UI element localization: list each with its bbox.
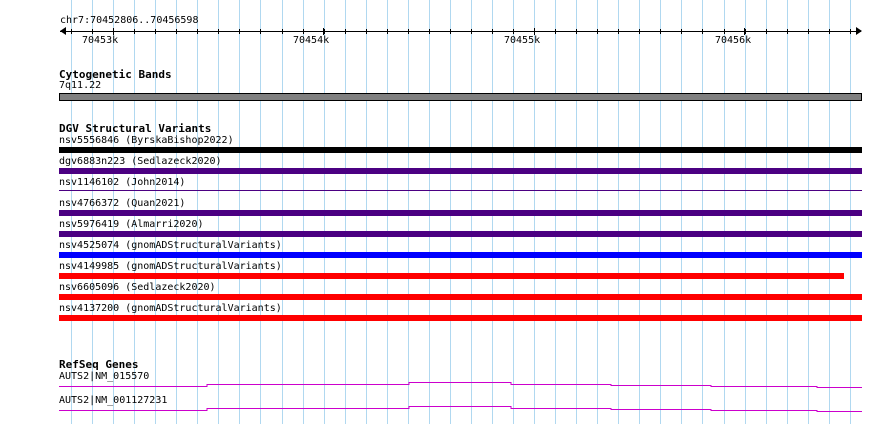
ruler-axis: [60, 31, 861, 32]
variant-label: nsv4149985 (gnomADStructuralVariants): [59, 261, 282, 272]
cytoband-label: 7q11.22: [59, 80, 102, 91]
ruler-minor-tick: [345, 29, 346, 34]
ruler-minor-tick: [702, 29, 703, 34]
ruler-minor-tick: [639, 29, 640, 34]
ruler-minor-tick: [197, 29, 198, 34]
variant-label: nsv1146102 (John2014): [59, 177, 186, 188]
ruler-minor-tick: [555, 29, 556, 34]
ruler-minor-tick: [134, 29, 135, 34]
ruler-minor-tick: [597, 29, 598, 34]
ruler-tick: [744, 28, 745, 35]
ruler-minor-tick: [829, 29, 830, 34]
ruler-minor-tick: [513, 29, 514, 34]
ruler-tick: [534, 28, 535, 35]
ruler-minor-tick: [660, 29, 661, 34]
ruler-right-arrow-icon: [856, 27, 862, 35]
ruler-tick-label: 70453k: [82, 35, 119, 46]
variant-feature-bar[interactable]: [59, 168, 862, 174]
ruler-minor-tick: [787, 29, 788, 34]
ruler-minor-tick: [176, 29, 177, 34]
location-label: chr7:70452806..70456598: [60, 15, 199, 26]
variant-label: dgv6883n223 (Sedlazeck2020): [59, 156, 222, 167]
ruler-minor-tick: [724, 29, 725, 34]
ruler-minor-tick: [324, 29, 325, 34]
ruler-minor-tick: [366, 29, 367, 34]
ruler-minor-tick: [303, 29, 304, 34]
ruler-minor-tick: [618, 29, 619, 34]
ruler-tick: [113, 28, 114, 35]
ruler-minor-tick: [155, 29, 156, 34]
ruler-minor-tick: [492, 29, 493, 34]
ruler-minor-tick: [282, 29, 283, 34]
dgv-track-title[interactable]: DGV Structural Variants: [59, 122, 211, 135]
ruler-minor-tick: [92, 29, 93, 34]
refseq-track-title[interactable]: RefSeq Genes: [59, 358, 138, 371]
variant-feature-bar[interactable]: [59, 273, 844, 279]
ruler-minor-tick: [745, 29, 746, 34]
ruler-minor-tick: [850, 29, 851, 34]
variant-label: nsv4525074 (gnomADStructuralVariants): [59, 240, 282, 251]
variant-feature-bar[interactable]: [59, 294, 862, 300]
variant-label: nsv5556846 (ByrskaBishop2022): [59, 135, 234, 146]
ruler-minor-tick: [71, 29, 72, 34]
variant-label: nsv4137200 (gnomADStructuralVariants): [59, 303, 282, 314]
gene-model-AUTS2-NM_015570[interactable]: [59, 378, 862, 392]
ruler-minor-tick: [681, 29, 682, 34]
variant-label: nsv5976419 (Almarri2020): [59, 219, 204, 230]
ruler-minor-tick: [218, 29, 219, 34]
ruler-tick-label: 70454k: [293, 35, 330, 46]
ruler-minor-tick: [239, 29, 240, 34]
ruler-tick-label: 70455k: [504, 35, 541, 46]
ruler-left-arrow-icon: [60, 27, 66, 35]
gene-model-AUTS2-NM_001127231[interactable]: [59, 402, 862, 416]
ruler-tick-label: 70456k: [715, 35, 752, 46]
ruler-minor-tick: [387, 29, 388, 34]
cytoband-bar[interactable]: [59, 93, 862, 101]
variant-feature-bar[interactable]: [59, 231, 862, 237]
ruler-minor-tick: [808, 29, 809, 34]
variant-feature-bar[interactable]: [59, 190, 862, 191]
variant-feature-bar[interactable]: [59, 210, 862, 216]
variant-label: nsv4766372 (Quan2021): [59, 198, 186, 209]
ruler-minor-tick: [429, 29, 430, 34]
ruler-tick: [323, 28, 324, 35]
variant-feature-bar[interactable]: [59, 315, 862, 321]
variant-label: nsv6605096 (Sedlazeck2020): [59, 282, 216, 293]
ruler-minor-tick: [450, 29, 451, 34]
variant-feature-bar[interactable]: [59, 252, 862, 258]
ruler-minor-tick: [576, 29, 577, 34]
ruler-minor-tick: [471, 29, 472, 34]
variant-feature-bar[interactable]: [59, 147, 862, 153]
ruler-minor-tick: [408, 29, 409, 34]
ruler-minor-tick: [766, 29, 767, 34]
ruler-minor-tick: [260, 29, 261, 34]
